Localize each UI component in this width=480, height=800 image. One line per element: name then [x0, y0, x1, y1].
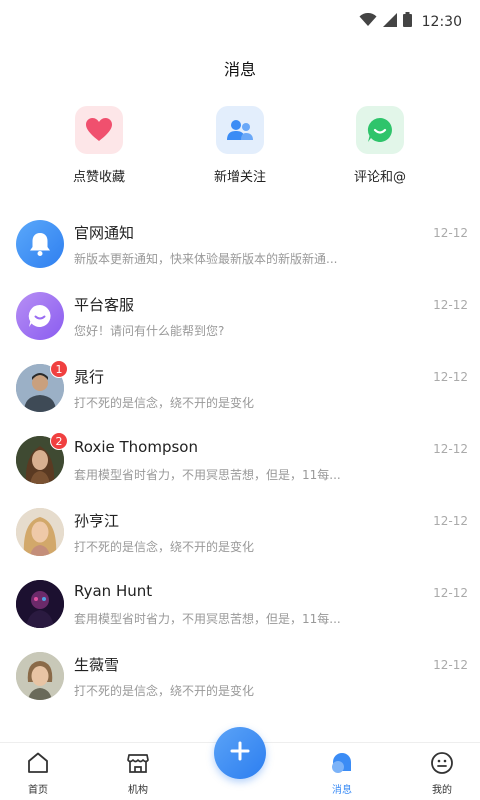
avatar [16, 508, 64, 556]
message-date: 12-12 [433, 226, 468, 240]
unread-badge: 2 [50, 432, 68, 450]
unread-badge: 1 [50, 360, 68, 378]
avatar [16, 292, 64, 340]
message-preview: 打不死的是信念，绕不开的是变化 [74, 684, 255, 698]
quick-action-label: 评论和@ [353, 170, 406, 185]
list-item[interactable]: 2 Roxie Thompson 套用模型省时省力，不用冥思苦想，但是，11每.… [0, 424, 480, 496]
nav-home[interactable]: 首页 [8, 751, 68, 796]
list-item[interactable]: 孙亨江 打不死的是信念，绕不开的是变化 12-12 [0, 496, 480, 568]
status-bar: 12:30 [0, 0, 480, 44]
smile-icon [430, 752, 454, 779]
avatar [16, 220, 64, 268]
message-name: 生薇雪 [74, 656, 120, 674]
comment-icon [356, 106, 404, 154]
home-icon [26, 752, 50, 779]
page-title: 消息 [223, 60, 256, 79]
nav-messages[interactable]: 消息 [312, 751, 372, 796]
nav-label: 首页 [28, 785, 48, 796]
avatar [16, 652, 64, 700]
add-button[interactable] [214, 727, 266, 779]
message-date: 12-12 [433, 514, 468, 528]
nav-institution[interactable]: 机构 [108, 751, 168, 796]
message-preview: 新版本更新通知，快来体验最新版本的新版新通... [74, 252, 338, 266]
status-icons: 12:30 [359, 12, 462, 31]
bell-icon [16, 220, 64, 268]
message-preview: 打不死的是信念，绕不开的是变化 [74, 540, 255, 554]
nav-label: 机构 [128, 785, 148, 796]
store-icon [126, 754, 150, 779]
list-item[interactable]: 生薇雪 打不死的是信念，绕不开的是变化 12-12 [0, 640, 480, 712]
list-item[interactable]: Ryan Hunt 套用模型省时省力，不用冥思苦想，但是，11每... 12-1… [0, 568, 480, 640]
message-preview: 您好！请问有什么能帮到您? [74, 324, 225, 338]
quick-action-label: 点赞收藏 [72, 170, 125, 185]
message-list: 官网通知 新版本更新通知，快来体验最新版本的新版新通... 12-12 平台客服… [0, 208, 480, 712]
chat-icon [16, 292, 64, 340]
avatar: 2 [16, 432, 68, 484]
list-item[interactable]: 1 晁行 打不死的是信念，绕不开的是变化 12-12 [0, 352, 480, 424]
avatar: 1 [16, 360, 68, 412]
heart-icon [75, 106, 123, 154]
message-preview: 套用模型省时省力，不用冥思苦想，但是，11每... [74, 612, 341, 626]
users-icon [216, 106, 264, 154]
message-name: Roxie Thompson [74, 438, 198, 456]
list-item[interactable]: 平台客服 您好！请问有什么能帮到您? 12-12 [0, 280, 480, 352]
message-name: Ryan Hunt [74, 582, 153, 600]
message-date: 12-12 [433, 658, 468, 672]
quick-action-label: 新增关注 [213, 170, 266, 185]
signal-icon [382, 12, 397, 31]
list-item[interactable]: 官网通知 新版本更新通知，快来体验最新版本的新版新通... 12-12 [0, 208, 480, 280]
quick-action-comments[interactable]: 评论和@ [320, 106, 440, 185]
battery-icon [402, 12, 412, 31]
message-name: 官网通知 [74, 224, 135, 242]
message-preview: 打不死的是信念，绕不开的是变化 [74, 396, 255, 410]
message-date: 12-12 [433, 298, 468, 312]
avatar [16, 580, 64, 628]
message-preview: 套用模型省时省力，不用冥思苦想，但是，11每... [74, 468, 341, 482]
message-date: 12-12 [433, 586, 468, 600]
nav-label: 消息 [332, 785, 352, 796]
user-photo [16, 580, 64, 628]
status-time: 12:30 [421, 13, 462, 30]
user-photo [16, 508, 64, 556]
message-date: 12-12 [433, 442, 468, 456]
nav-label: 我的 [432, 785, 452, 796]
quick-action-likes[interactable]: 点赞收藏 [39, 106, 159, 185]
quick-actions: 点赞收藏 新增关注 评论和@ [0, 106, 480, 196]
user-photo [16, 652, 64, 700]
nav-profile[interactable]: 我的 [412, 751, 472, 796]
message-icon [330, 753, 354, 779]
wifi-icon [359, 12, 377, 31]
quick-action-follows[interactable]: 新增关注 [180, 106, 300, 185]
message-name: 晁行 [74, 368, 105, 386]
bottom-nav: 首页 机构 消息 我的 [0, 727, 480, 800]
message-name: 平台客服 [74, 296, 135, 314]
plus-icon [230, 741, 250, 765]
message-date: 12-12 [433, 370, 468, 384]
message-name: 孙亨江 [74, 512, 120, 530]
